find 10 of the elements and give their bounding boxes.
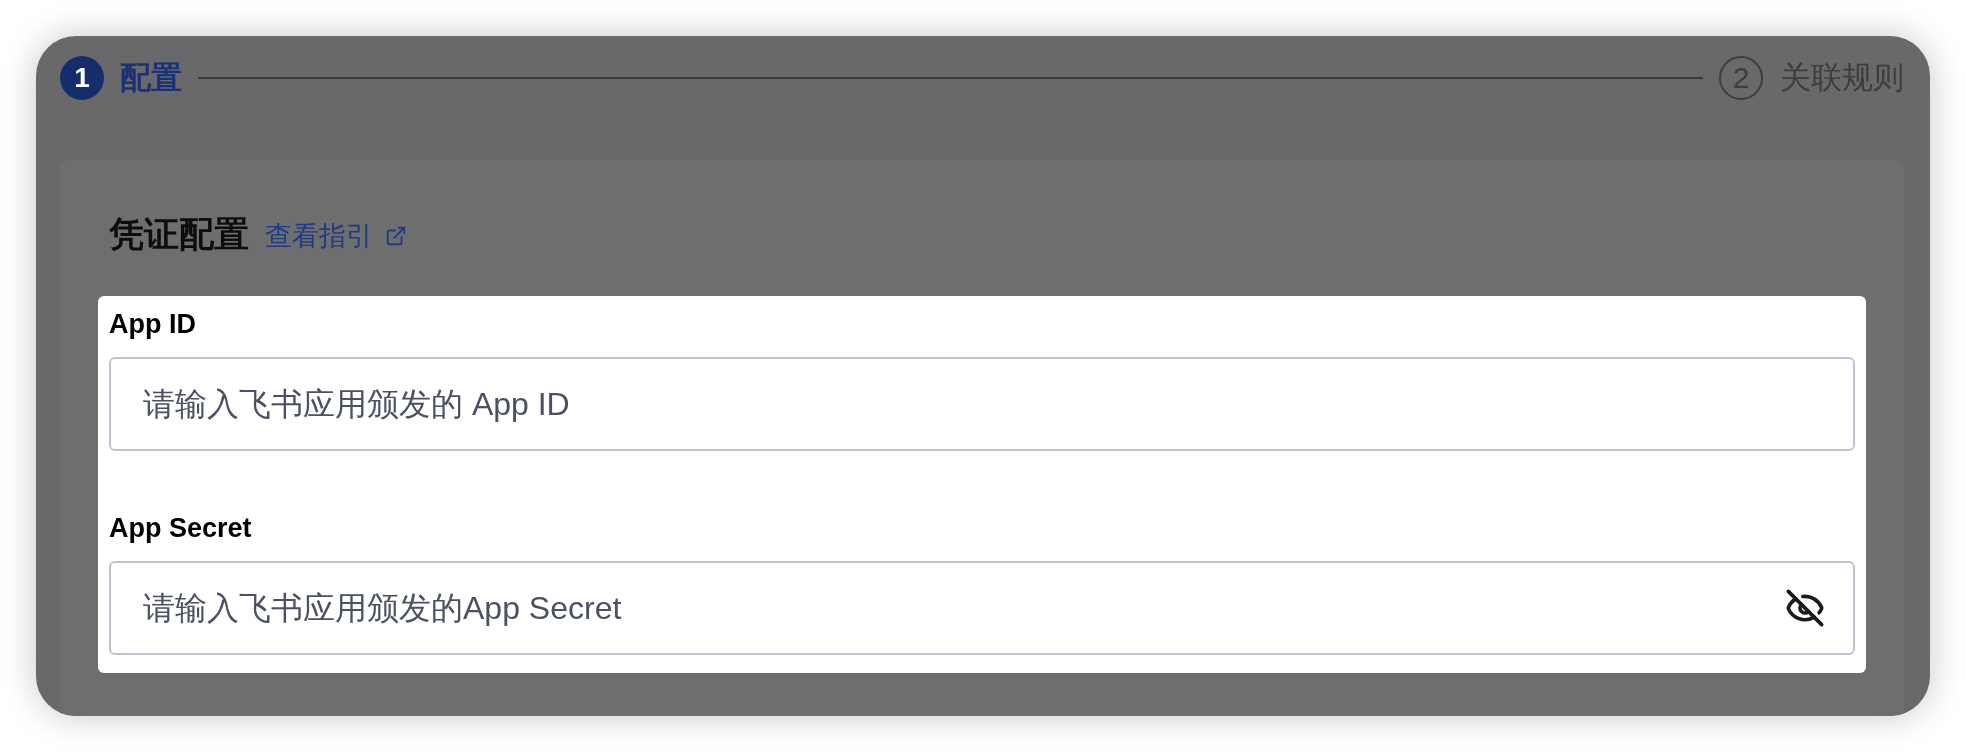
field-label: App ID: [109, 310, 196, 338]
input-field[interactable]: 请输入飞书应用颁发的 App ID: [109, 357, 1855, 451]
guide-link[interactable]: 查看指引: [265, 219, 407, 253]
step-label: 配置: [120, 59, 182, 97]
step-number: 1: [60, 56, 104, 100]
external-link-icon: [385, 225, 407, 247]
password-field[interactable]: 请输入飞书应用颁发的App Secret: [109, 561, 1855, 655]
field-label: App Secret: [109, 514, 252, 542]
eye-off-icon[interactable]: [1785, 588, 1825, 628]
section-title: 凭证配置: [109, 214, 249, 254]
